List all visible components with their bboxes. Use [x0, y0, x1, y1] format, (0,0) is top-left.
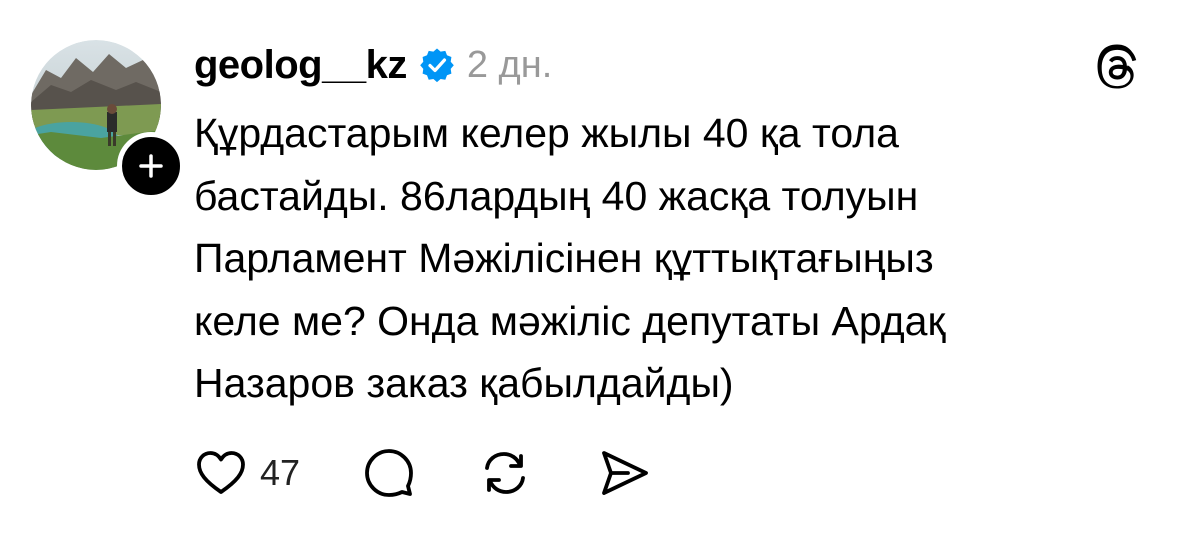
plus-icon [139, 154, 163, 178]
share-button[interactable] [598, 448, 650, 498]
like-count: 47 [260, 452, 301, 493]
send-icon [602, 451, 648, 495]
comment-bubble-icon [365, 449, 413, 497]
heart-icon [197, 451, 245, 494]
repost-icon [485, 452, 525, 494]
repost-button[interactable] [480, 448, 530, 498]
avatar-container [31, 40, 185, 200]
threads-logo-icon [1097, 44, 1137, 89]
like-button[interactable]: 47 [196, 450, 300, 496]
username[interactable]: geolog__kz [194, 43, 407, 88]
post-timestamp: 2 дн. [466, 43, 553, 86]
verified-badge-icon [420, 48, 454, 83]
post-text: Құрдастарым келер жылы 40 қа тола бастай… [194, 110, 946, 406]
comment-button[interactable] [364, 448, 414, 498]
post-header: geolog__kz 2 дн. [194, 40, 552, 90]
follow-button[interactable] [117, 132, 185, 200]
post-actions: 47 [196, 446, 650, 500]
